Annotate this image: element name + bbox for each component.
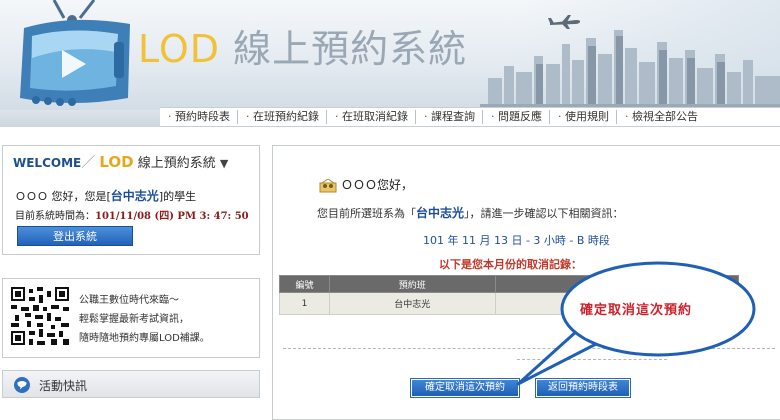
divider — [283, 348, 775, 349]
tv-logo-icon — [20, 0, 130, 106]
system-logo-title: LOD 線上預約系統 — [138, 30, 467, 68]
airplane-icon — [548, 15, 581, 29]
city-skyline-image — [480, 30, 780, 110]
nav-item-booking-records[interactable]: 在班預約紀錄 — [238, 110, 327, 124]
top-nav: 預約時段表 在班預約紀錄 在班取消紀錄 課程查詢 問題反應 使用規則 檢視全部公… — [160, 107, 780, 127]
callout-text: 確定取消這次預約 — [580, 303, 693, 318]
main-panel: ＯＯＯ您好， 您目前所選班系為「台中志光」，請進一步確認以下相關資訊： 101 … — [272, 145, 780, 420]
confirm-cancel-button[interactable]: 確定取消這次預約 — [410, 378, 520, 398]
column-header-number: 編號 — [279, 275, 330, 293]
divider — [517, 359, 667, 360]
nav-item-timetable[interactable]: 預約時段表 — [160, 110, 238, 124]
nav-item-all-announcements[interactable]: 檢視全部公告 — [617, 110, 705, 124]
welcome-heading: WELCOME／ LOD 線上預約系統 ▼ — [13, 153, 229, 171]
nav-item-rules[interactable]: 使用規則 — [550, 110, 617, 124]
user-name: ＯＯＯ — [15, 190, 48, 203]
welcome-panel: WELCOME／ LOD 線上預約系統 ▼ ＯＯＯ 您好，您是[台中志光]的學生… — [2, 145, 260, 255]
chosen-branch: 台中志光 — [416, 206, 465, 220]
nav-item-cancel-records[interactable]: 在班取消紀錄 — [327, 110, 416, 124]
logo-lod-text: LOD — [138, 27, 220, 71]
nav-item-course-search[interactable]: 課程查詢 — [416, 110, 483, 124]
user-greeting: ＯＯＯ 您好，您是[台中志光]的學生 — [15, 189, 197, 203]
news-section-header[interactable]: 活動快訊 — [2, 370, 260, 398]
news-title: 活動快訊 — [39, 379, 88, 393]
qr-code-icon[interactable] — [11, 287, 69, 345]
chevron-down-icon[interactable]: ▼ — [220, 157, 228, 170]
logo-system-text: 線上預約系統 — [233, 27, 468, 71]
system-time-value: 101/11/08 (四) PM 3: 47: 50 — [95, 211, 249, 222]
chosen-branch-line: 您目前所選班系為「台中志光」，請進一步確認以下相關資訊： — [317, 206, 624, 220]
table-cell: 1 — [279, 292, 330, 315]
main-greeting: ＯＯＯ您好， — [319, 176, 413, 193]
system-time: 目前系統時間為：101/11/08 (四) PM 3: 47: 50 — [15, 211, 249, 222]
chat-bubble-icon — [14, 377, 30, 393]
user-group-icon — [319, 178, 337, 192]
header-banner: LOD 線上預約系統 — [0, 0, 780, 110]
table-header-row: 編號 預約班 預約日期 — [279, 275, 740, 293]
promo-panel: 公職王數位時代來臨～ 輕鬆掌握最新考試資訊， 隨時隨地預約專屬LOD補課。 — [2, 278, 260, 358]
column-header-date: 預約日期 — [494, 275, 740, 293]
greet-name: ＯＯＯ — [341, 178, 378, 192]
promo-text: 公職王數位時代來臨～ 輕鬆掌握最新考試資訊， 隨時隨地預約專屬LOD補課。 — [79, 295, 210, 344]
table-cell: 台中志光 — [328, 292, 496, 315]
nav-left-strip — [0, 110, 160, 127]
column-header-class: 預約班 — [328, 275, 496, 293]
booking-slot: 101 年 11 月 13 日 - 3 小時 - B 時段 — [423, 234, 610, 247]
cancel-records-heading: 以下是您本月份的取消記錄： — [439, 258, 582, 271]
user-branch: 台中志光 — [110, 189, 159, 203]
return-timetable-button[interactable]: 返回預約時段表 — [535, 378, 631, 398]
logout-button[interactable]: 登出系統 — [17, 226, 133, 246]
nav-item-feedback[interactable]: 問題反應 — [483, 110, 550, 124]
